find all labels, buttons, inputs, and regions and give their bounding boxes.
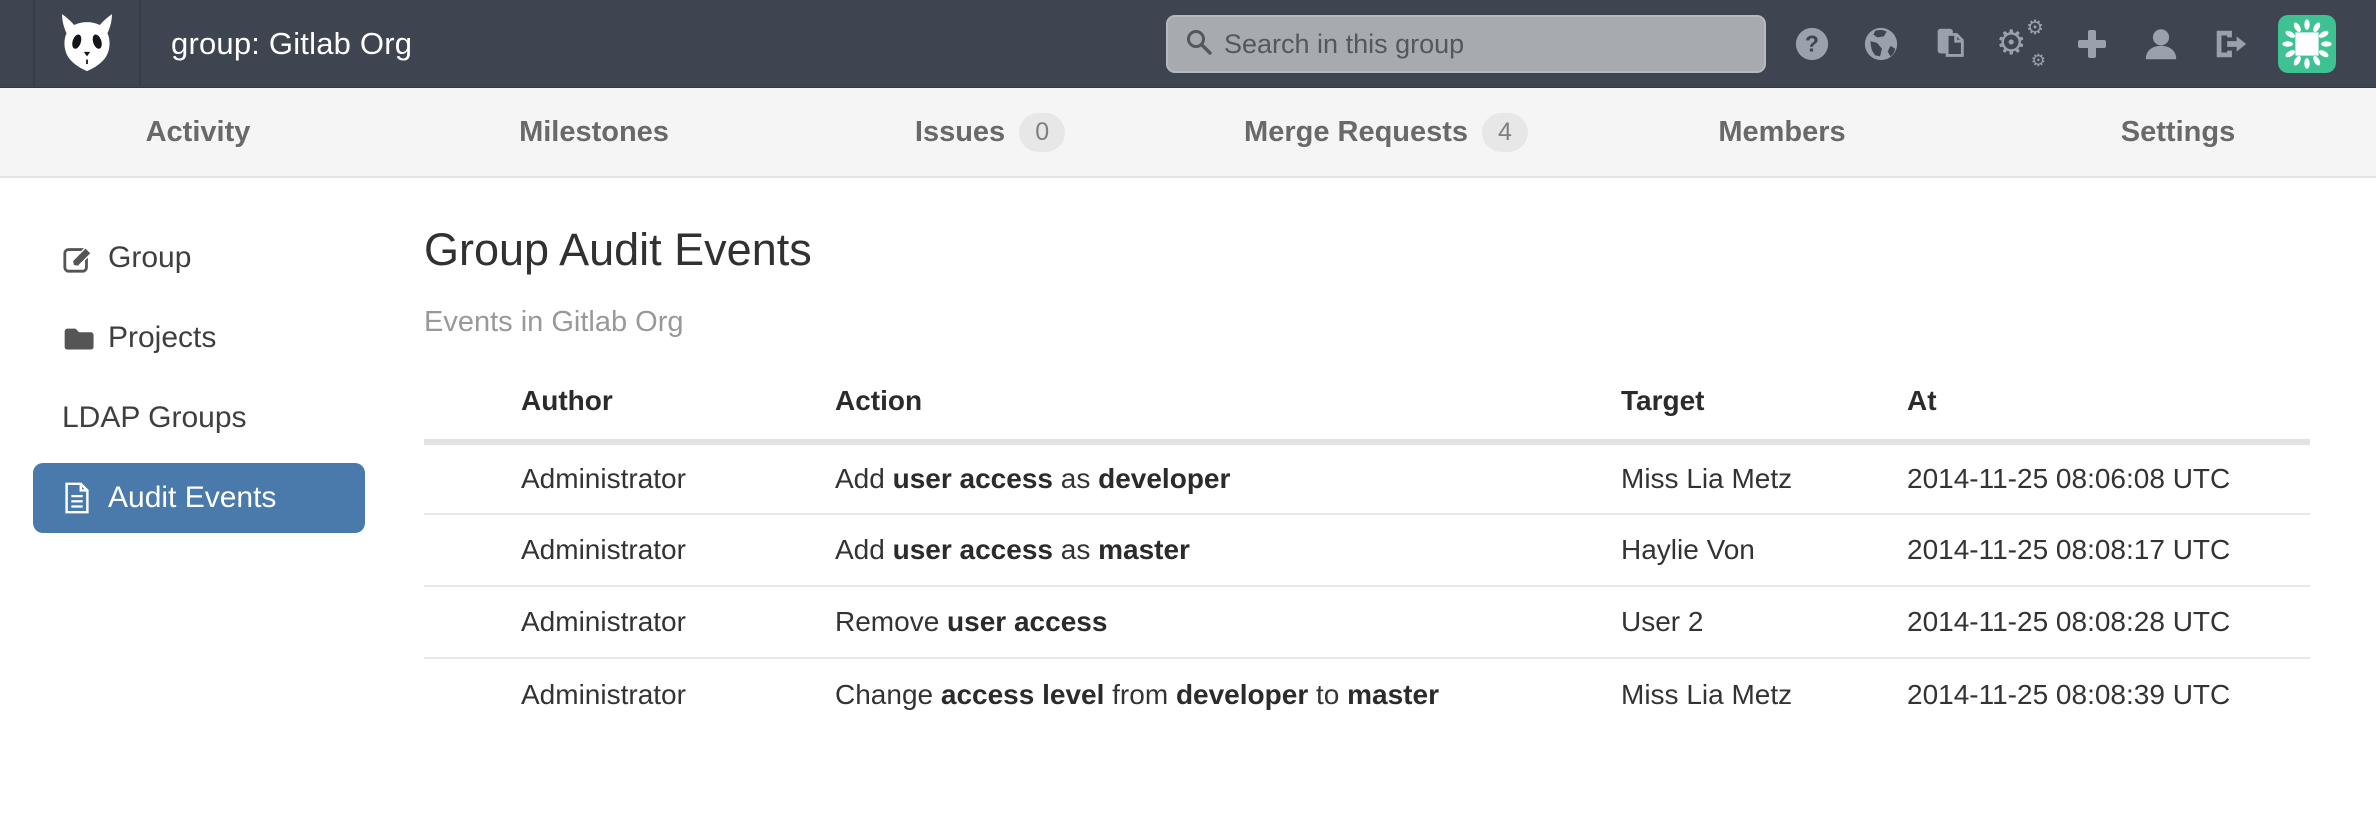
tab-issues[interactable]: Issues 0 <box>792 88 1188 176</box>
timestamp-cell: 2014-11-25 08:08:39 UTC <box>1907 658 2310 730</box>
group-tab-bar: Activity Milestones Issues 0 Merge Reque… <box>0 88 2376 178</box>
globe-icon[interactable] <box>1860 23 1902 65</box>
top-icons: ? ⚙ ⚙ ⚙ <box>1791 0 2336 88</box>
gitlab-logo <box>55 9 119 78</box>
timestamp-cell: 2014-11-25 08:06:08 UTC <box>1907 442 2310 514</box>
action-cell: Add user access as master <box>835 514 1621 586</box>
main-panel: Group Audit Events Events in Gitlab Org … <box>424 178 2376 730</box>
tab-members[interactable]: Members <box>1584 88 1980 176</box>
page-title: Group Audit Events <box>424 224 2376 276</box>
search-box <box>1166 15 1766 73</box>
target-cell: Miss Lia Metz <box>1621 442 1907 514</box>
author-cell: Administrator <box>424 442 835 514</box>
target-cell: User 2 <box>1621 586 1907 658</box>
tab-merge-requests[interactable]: Merge Requests 4 <box>1188 88 1584 176</box>
user-avatar[interactable] <box>2278 15 2336 73</box>
pencil-square-icon <box>62 242 98 274</box>
timestamp-cell: 2014-11-25 08:08:28 UTC <box>1907 586 2310 658</box>
tab-milestones[interactable]: Milestones <box>396 88 792 176</box>
table-row: Administrator Add user access as master … <box>424 514 2310 586</box>
help-icon[interactable]: ? <box>1791 23 1833 65</box>
page-subtitle: Events in Gitlab Org <box>424 306 2376 339</box>
file-text-icon <box>62 481 98 515</box>
page-context-title: group: Gitlab Org <box>171 26 412 62</box>
author-cell: Administrator <box>424 586 835 658</box>
target-cell: Miss Lia Metz <box>1621 658 1907 730</box>
folder-icon <box>62 322 98 354</box>
search-icon <box>1184 27 1224 62</box>
column-header-at: At <box>1907 367 2310 442</box>
content-area: Group Projects LDAP Groups <box>0 178 2376 730</box>
column-header-target: Target <box>1621 367 1907 442</box>
admin-gears-icon[interactable]: ⚙ ⚙ ⚙ <box>1998 21 2044 67</box>
action-cell: Change access level from developer to ma… <box>835 658 1621 730</box>
table-row: Administrator Add user access as develop… <box>424 442 2310 514</box>
merge-requests-count-badge: 4 <box>1482 113 1528 152</box>
author-cell: Administrator <box>424 514 835 586</box>
issues-count-badge: 0 <box>1019 113 1065 152</box>
table-header-row: Author Action Target At <box>424 367 2310 442</box>
snippets-icon[interactable] <box>1929 23 1971 65</box>
tab-settings[interactable]: Settings <box>1980 88 2376 176</box>
svg-text:?: ? <box>1805 31 1819 57</box>
sidebar-item-group[interactable]: Group <box>0 218 424 298</box>
search-input[interactable] <box>1224 29 1748 60</box>
sign-out-icon[interactable] <box>2209 23 2251 65</box>
home-link[interactable] <box>33 0 141 88</box>
timestamp-cell: 2014-11-25 08:08:17 UTC <box>1907 514 2310 586</box>
sidebar-item-projects[interactable]: Projects <box>0 298 424 378</box>
table-row: Administrator Change access level from d… <box>424 658 2310 730</box>
column-header-action: Action <box>835 367 1621 442</box>
action-cell: Add user access as developer <box>835 442 1621 514</box>
profile-user-icon[interactable] <box>2140 23 2182 65</box>
top-navbar: group: Gitlab Org ? <box>0 0 2376 88</box>
table-row: Administrator Remove user access User 2 … <box>424 586 2310 658</box>
new-project-plus-icon[interactable] <box>2071 23 2113 65</box>
audit-events-table: Author Action Target At Administrator Ad… <box>424 367 2310 730</box>
action-cell: Remove user access <box>835 586 1621 658</box>
tab-activity[interactable]: Activity <box>0 88 396 176</box>
sidebar-item-audit-events[interactable]: Audit Events <box>33 463 365 533</box>
target-cell: Haylie Von <box>1621 514 1907 586</box>
settings-sidebar: Group Projects LDAP Groups <box>0 178 424 730</box>
author-cell: Administrator <box>424 658 835 730</box>
column-header-author: Author <box>424 367 835 442</box>
sidebar-item-ldap-groups[interactable]: LDAP Groups <box>0 378 424 458</box>
